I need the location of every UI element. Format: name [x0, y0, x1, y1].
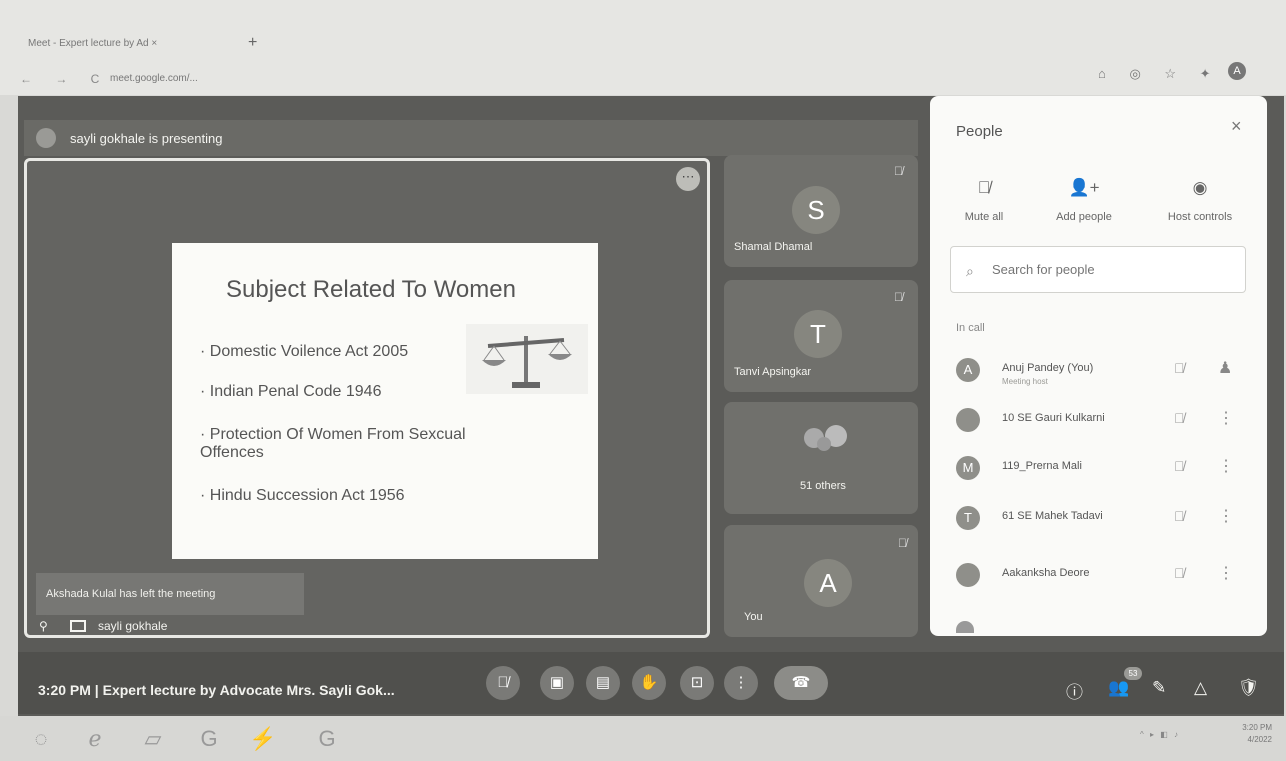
start-icon[interactable]: ◌	[24, 723, 58, 755]
new-tab-button[interactable]: +	[248, 34, 257, 52]
participant-row[interactable]: 10 SE Gauri Kulkarni 🎙̸ ⋮	[944, 400, 1250, 448]
captions-button[interactable]: ▤	[586, 666, 620, 700]
avatar: A	[956, 358, 980, 382]
avatar	[956, 563, 980, 587]
participant-name: 10 SE Gauri Kulkarni	[1002, 412, 1105, 424]
slide-title: Subject Related To Women	[226, 276, 516, 303]
group-avatars-icon	[800, 424, 854, 452]
chrome-icon[interactable]: G	[192, 723, 226, 755]
self-avatar: A	[804, 559, 852, 607]
slide-bullet: · Protection Of Women From Sexcual Offen…	[200, 426, 466, 461]
muted-icon: 🎙̸	[894, 290, 903, 304]
address-bar[interactable]: meet.google.com/...	[110, 73, 198, 84]
participant-name: Shamal Dhamal	[734, 241, 813, 253]
participant-row[interactable]: A Anuj Pandey (You) Meeting host 🎙̸ ♟	[944, 350, 1250, 398]
browser-toolbar-icons[interactable]: ⌂ ◎ ☆ ✦	[1098, 66, 1221, 82]
participant-name: Anuj Pandey (You)	[1002, 362, 1094, 374]
presenter-icon	[36, 128, 56, 148]
scales-of-justice-icon	[466, 324, 588, 394]
present-button[interactable]: ⊡	[680, 666, 714, 700]
tab-title: Meet - Expert lecture by Ad	[28, 38, 149, 49]
pin-icon[interactable]: ♟	[1218, 358, 1232, 378]
mute-all-button[interactable]: 🎙̸ Mute all	[934, 178, 1034, 223]
avatar: T	[956, 506, 980, 530]
more-options-icon[interactable]: ⋮	[1218, 506, 1234, 526]
muted-icon: 🎙̸	[1174, 410, 1185, 426]
participant-name: Tanvi Apsingkar	[734, 366, 812, 378]
muted-icon: 🎙̸	[1174, 458, 1185, 474]
mic-button[interactable]: 🎙̸	[486, 666, 520, 700]
file-explorer-icon[interactable]: ▱	[136, 723, 170, 755]
muted-icon: 🎙̸	[1174, 565, 1185, 581]
self-label: You	[744, 611, 763, 623]
slide-bullet: · Hindu Succession Act 1956	[200, 487, 405, 504]
browser-profile-avatar[interactable]: A	[1228, 62, 1246, 80]
presentation-icon	[70, 620, 86, 632]
more-options-icon[interactable]: ⋮	[1218, 456, 1234, 476]
more-options-button[interactable]: ⋮	[724, 666, 758, 700]
security-icon[interactable]: 🛡	[1238, 678, 1260, 698]
participant-name: 61 SE Mahek Tadavi	[1002, 510, 1103, 522]
participant-name: 119_Prerna Mali	[1002, 460, 1082, 472]
in-call-heading: In call	[956, 322, 985, 334]
people-search-input[interactable]	[992, 262, 1192, 277]
people-icon[interactable]: 👥	[1108, 678, 1129, 698]
panel-title: People	[956, 123, 1003, 140]
tab-close-icon[interactable]: ×	[151, 38, 157, 49]
raise-hand-button[interactable]: ✋	[632, 666, 666, 700]
participant-role: Meeting host	[1002, 377, 1048, 386]
participant-name: Aakanksha Deore	[1002, 567, 1090, 579]
navigation-icons[interactable]: ← → C	[20, 72, 109, 86]
avatar	[956, 408, 980, 432]
others-count: 51 others	[800, 480, 846, 492]
add-people-button[interactable]: 👤+ Add people	[1034, 178, 1134, 223]
toggle-icon: ◉	[1192, 178, 1208, 197]
presenter-name: sayli gokhale	[98, 619, 168, 633]
more-options-icon[interactable]: ⋮	[1218, 563, 1234, 583]
meeting-info: 3:20 PM | Expert lecture by Advocate Mrs…	[38, 682, 395, 698]
muted-icon: 🎙̸	[894, 164, 903, 178]
chrome-icon[interactable]: G	[310, 723, 344, 755]
info-icon[interactable]: ⓘ	[1066, 678, 1083, 703]
avatar: M	[956, 456, 980, 480]
taskbar-app-icon[interactable]: ⚡	[246, 723, 280, 755]
muted-icon: 🎙̸	[1174, 360, 1185, 376]
participant-avatar: T	[794, 310, 842, 358]
more-options-icon[interactable]: ⋮	[1218, 408, 1234, 428]
more-options-icon[interactable]: ⋯	[676, 167, 700, 191]
mute-icon: 🎙̸	[977, 178, 991, 197]
browser-tab[interactable]: Meet - Expert lecture by Ad ×	[28, 38, 157, 49]
activities-icon[interactable]: △	[1194, 678, 1207, 698]
participant-count-badge: 53	[1124, 667, 1142, 680]
presenting-status: sayli gokhale is presenting	[70, 131, 223, 146]
participant-row[interactable]: T 61 SE Mahek Tadavi 🎙̸ ⋮	[944, 498, 1250, 546]
participant-avatar: S	[792, 186, 840, 234]
camera-button[interactable]: ▣	[540, 666, 574, 700]
chat-icon[interactable]: ✎	[1152, 678, 1166, 698]
system-tray[interactable]: ^ ▸ ◧ ♪	[1140, 730, 1180, 739]
others-tile[interactable]	[724, 402, 918, 514]
end-call-button[interactable]: ☎	[774, 666, 828, 700]
search-icon: ⌕	[966, 263, 974, 279]
host-controls-button[interactable]: ◉ Host controls	[1150, 178, 1250, 223]
muted-icon: 🎙̸	[1174, 508, 1185, 524]
toast-message: Akshada Kulal has left the meeting	[46, 588, 216, 600]
add-person-icon: 👤+	[1068, 178, 1100, 197]
browser-icon[interactable]: ℯ	[78, 723, 112, 755]
clipped-participant-avatar	[956, 621, 974, 633]
pin-icon[interactable]: ⚲	[39, 619, 48, 633]
close-icon[interactable]: ×	[1231, 116, 1242, 137]
taskbar-clock[interactable]: 3:20 PM 4/2022	[1212, 722, 1272, 746]
participant-row[interactable]: Aakanksha Deore 🎙̸ ⋮	[944, 555, 1250, 603]
participant-row[interactable]: M 119_Prerna Mali 🎙̸ ⋮	[944, 448, 1250, 496]
muted-icon: 🎙̸	[898, 536, 907, 550]
